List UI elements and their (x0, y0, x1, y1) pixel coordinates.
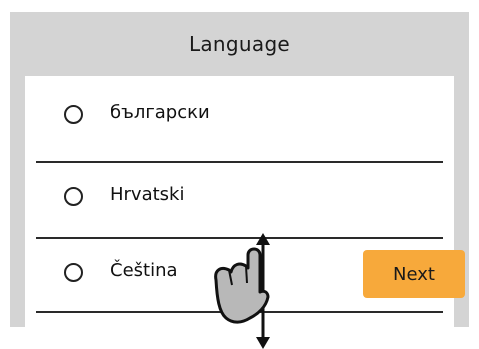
language-option-croatian[interactable]: Hrvatski (25, 163, 454, 236)
language-list[interactable]: български Hrvatski Čeština Next (25, 76, 465, 327)
language-label: български (110, 102, 210, 123)
language-label: Čeština (110, 260, 178, 281)
language-dialog: Language български Hrvatski Čeština Next (10, 12, 469, 327)
radio-unchecked-icon[interactable] (64, 187, 83, 206)
language-option-bulgarian[interactable]: български (25, 76, 454, 149)
divider (36, 311, 443, 313)
radio-unchecked-icon[interactable] (64, 105, 83, 124)
language-label: Hrvatski (110, 184, 185, 205)
next-button[interactable]: Next (363, 250, 465, 298)
dialog-title: Language (188, 32, 291, 56)
radio-unchecked-icon[interactable] (64, 263, 83, 282)
